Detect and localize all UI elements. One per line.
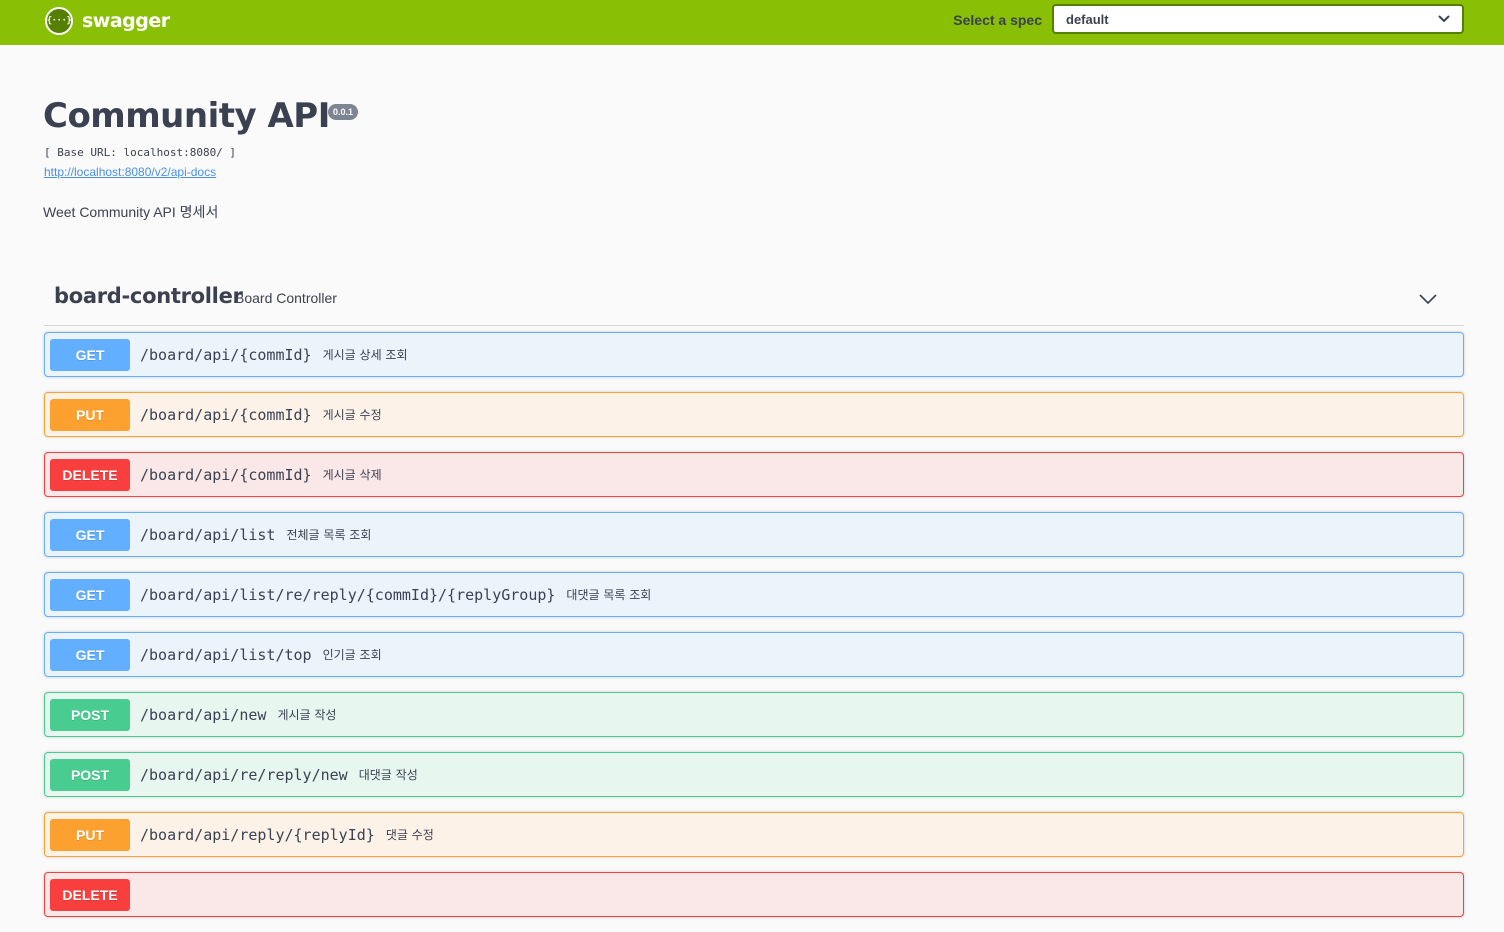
api-title: Community API bbox=[43, 96, 330, 136]
chevron-down-icon[interactable] bbox=[1418, 289, 1438, 309]
method-badge: DELETE bbox=[50, 458, 130, 491]
method-badge: PUT bbox=[50, 398, 130, 431]
version-badge: 0.0.1 bbox=[328, 104, 359, 120]
method-badge: GET bbox=[50, 638, 130, 671]
swagger-logo-icon: {···} bbox=[45, 7, 73, 35]
operation-path: /board/api/reply/{replyId} bbox=[140, 825, 375, 844]
method-badge: DELETE bbox=[50, 878, 130, 911]
api-description: Weet Community API 명세서 bbox=[43, 204, 219, 220]
operation-post[interactable]: POST/board/api/re/reply/new 대댓글 작성 bbox=[44, 752, 1464, 797]
spec-select-value: default bbox=[1066, 11, 1109, 27]
operation-put[interactable]: PUT/board/api/{commId} 게시글 수정 bbox=[44, 392, 1464, 437]
operation-put[interactable]: PUT/board/api/reply/{replyId} 댓글 수정 bbox=[44, 812, 1464, 857]
operation-get[interactable]: GET/board/api/list/re/reply/{commId}/{re… bbox=[44, 572, 1464, 617]
operation-delete[interactable]: DELETE/board/api/{commId} 게시글 삭제 bbox=[44, 452, 1464, 497]
operation-summary: 전체글 목록 조회 bbox=[286, 528, 372, 542]
operation-post[interactable]: POST/board/api/new 게시글 작성 bbox=[44, 692, 1464, 737]
method-badge: POST bbox=[50, 698, 130, 731]
operation-summary: 대댓글 작성 bbox=[358, 768, 418, 782]
method-badge: GET bbox=[50, 518, 130, 551]
base-url: [ Base URL: localhost:8080/ ] bbox=[44, 146, 237, 159]
operation-summary: 게시글 삭제 bbox=[322, 468, 382, 482]
operation-path: /board/api/{commId} bbox=[140, 345, 312, 364]
tag-name: board-controller bbox=[54, 284, 243, 308]
api-docs-link[interactable]: http://localhost:8080/v2/api-docs bbox=[44, 165, 216, 179]
operation-path: /board/api/{commId} bbox=[140, 405, 312, 424]
operation-summary: 게시글 상세 조회 bbox=[322, 348, 408, 362]
tag-header-board-controller[interactable]: board-controller Board Controller bbox=[44, 280, 1464, 326]
topbar: {···} swagger Select a spec default bbox=[0, 0, 1504, 45]
method-badge: GET bbox=[50, 578, 130, 611]
method-badge: POST bbox=[50, 758, 130, 791]
operation-summary: 대댓글 목록 조회 bbox=[566, 588, 652, 602]
chevron-down-icon bbox=[1438, 15, 1450, 23]
operations-list: GET/board/api/{commId} 게시글 상세 조회 PUT/board… bbox=[44, 332, 1464, 932]
operation-path: /board/api/re/reply/new bbox=[140, 765, 348, 784]
operation-get[interactable]: GET/board/api/list 전체글 목록 조회 bbox=[44, 512, 1464, 557]
operation-summary: 게시글 작성 bbox=[277, 708, 337, 722]
swagger-logo[interactable]: {···} swagger bbox=[45, 6, 170, 36]
select-spec-label: Select a spec bbox=[953, 12, 1042, 28]
method-badge: PUT bbox=[50, 818, 130, 851]
operation-path: /board/api/list/re/reply/{commId}/{reply… bbox=[140, 585, 556, 604]
operation-summary: 댓글 수정 bbox=[385, 828, 434, 842]
operation-get[interactable]: GET/board/api/{commId} 게시글 상세 조회 bbox=[44, 332, 1464, 377]
spec-select[interactable]: default bbox=[1052, 4, 1464, 34]
operation-delete[interactable]: DELETE bbox=[44, 872, 1464, 917]
operation-get[interactable]: GET/board/api/list/top 인기글 조회 bbox=[44, 632, 1464, 677]
operation-path: /board/api/list bbox=[140, 525, 276, 544]
method-badge: GET bbox=[50, 338, 130, 371]
swagger-logo-text: swagger bbox=[82, 10, 170, 32]
operation-path: /board/api/new bbox=[140, 705, 267, 724]
operation-path: /board/api/list/top bbox=[140, 645, 312, 664]
operation-summary: 게시글 수정 bbox=[322, 408, 382, 422]
tag-description: Board Controller bbox=[235, 290, 337, 306]
operation-summary: 인기글 조회 bbox=[322, 648, 382, 662]
operation-path: /board/api/{commId} bbox=[140, 465, 312, 484]
